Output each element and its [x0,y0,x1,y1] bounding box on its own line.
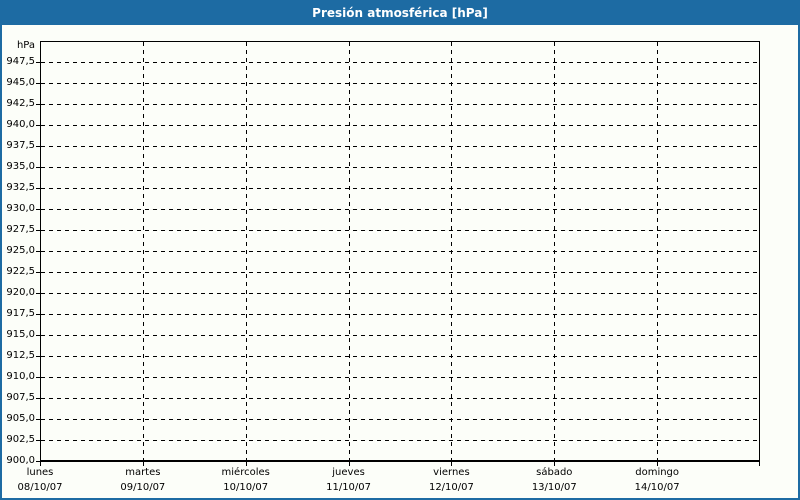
y-axis-label: 920,0 [6,287,35,298]
x-tick [554,462,555,466]
x-tick [349,462,350,466]
y-tick [36,167,40,168]
h-gridline [41,209,759,210]
x-axis-day-label: martes [125,467,161,478]
y-tick [36,83,40,84]
y-axis-label: 932,5 [6,182,35,193]
x-tick [759,462,760,466]
x-axis-date-label: 13/10/07 [531,482,577,493]
y-axis-label: 947,5 [6,56,35,67]
h-gridline [41,188,759,189]
y-tick [36,104,40,105]
v-gridline [246,42,247,460]
x-tick [246,462,247,466]
y-tick [36,230,40,231]
y-tick [36,251,40,252]
y-axis-label: 912,5 [6,350,35,361]
h-gridline [41,293,759,294]
pressure-chart: Presión atmosférica [hPa] hPa 947,5 945,0 9… [0,0,800,500]
y-tick [36,419,40,420]
y-tick [36,146,40,147]
h-gridline [41,125,759,126]
h-gridline [41,440,759,441]
v-gridline [349,42,350,460]
x-axis-date-label: 10/10/07 [223,482,269,493]
y-tick [36,356,40,357]
y-axis-label: 902,5 [6,434,35,445]
y-axis-label: 922,5 [6,266,35,277]
h-gridline [41,167,759,168]
y-axis-unit-label: hPa [16,40,35,51]
x-axis-day-label: lunes [26,467,54,478]
v-gridline [554,42,555,460]
h-gridline [41,398,759,399]
x-axis-day-label: sábado [536,467,573,478]
h-gridline [41,62,759,63]
y-tick [36,440,40,441]
y-tick [36,209,40,210]
y-axis-label: 940,0 [6,119,35,130]
y-axis-label: 930,0 [6,203,35,214]
h-gridline [41,419,759,420]
h-gridline [41,356,759,357]
chart-title-bar: Presión atmosférica [hPa] [0,0,800,25]
y-tick [36,335,40,336]
y-tick [36,62,40,63]
h-gridline [41,230,759,231]
y-axis-label: 925,0 [6,245,35,256]
x-axis-date-label: 14/10/07 [634,482,680,493]
x-axis-day-label: jueves [332,467,365,478]
y-tick [36,125,40,126]
x-axis-date-label: 09/10/07 [120,482,166,493]
y-axis-label: 915,0 [6,329,35,340]
y-tick [36,398,40,399]
x-tick [657,462,658,466]
y-axis-label: 937,5 [6,140,35,151]
x-axis-date-label: 11/10/07 [326,482,372,493]
v-gridline [657,42,658,460]
x-tick [40,462,41,466]
x-axis-day-label: viernes [433,467,470,478]
x-axis-day-label: domingo [635,467,680,478]
y-axis-label: 917,5 [6,308,35,319]
y-axis-label: 907,5 [6,392,35,403]
h-gridline [41,146,759,147]
h-gridline [41,335,759,336]
y-axis-label: 910,0 [6,371,35,382]
h-gridline [41,251,759,252]
y-axis-label: 942,5 [6,98,35,109]
chart-title: Presión atmosférica [hPa] [312,5,488,20]
x-axis-date-label: 08/10/07 [17,482,63,493]
y-tick [36,272,40,273]
x-tick [451,462,452,466]
y-axis-label: 905,0 [6,413,35,424]
y-tick [36,293,40,294]
h-gridline [41,377,759,378]
h-gridline [41,314,759,315]
x-tick [143,462,144,466]
v-gridline [143,42,144,460]
y-tick [36,188,40,189]
v-gridline [451,42,452,460]
y-axis-label: 935,0 [6,161,35,172]
y-axis-label: 945,0 [6,77,35,88]
h-gridline [41,104,759,105]
x-axis-day-label: miércoles [221,467,270,478]
y-tick [36,314,40,315]
h-gridline [41,83,759,84]
x-axis-date-label: 12/10/07 [428,482,474,493]
y-tick [36,377,40,378]
y-axis-label: 927,5 [6,224,35,235]
y-axis-label: 900,0 [6,455,35,466]
h-gridline [41,272,759,273]
